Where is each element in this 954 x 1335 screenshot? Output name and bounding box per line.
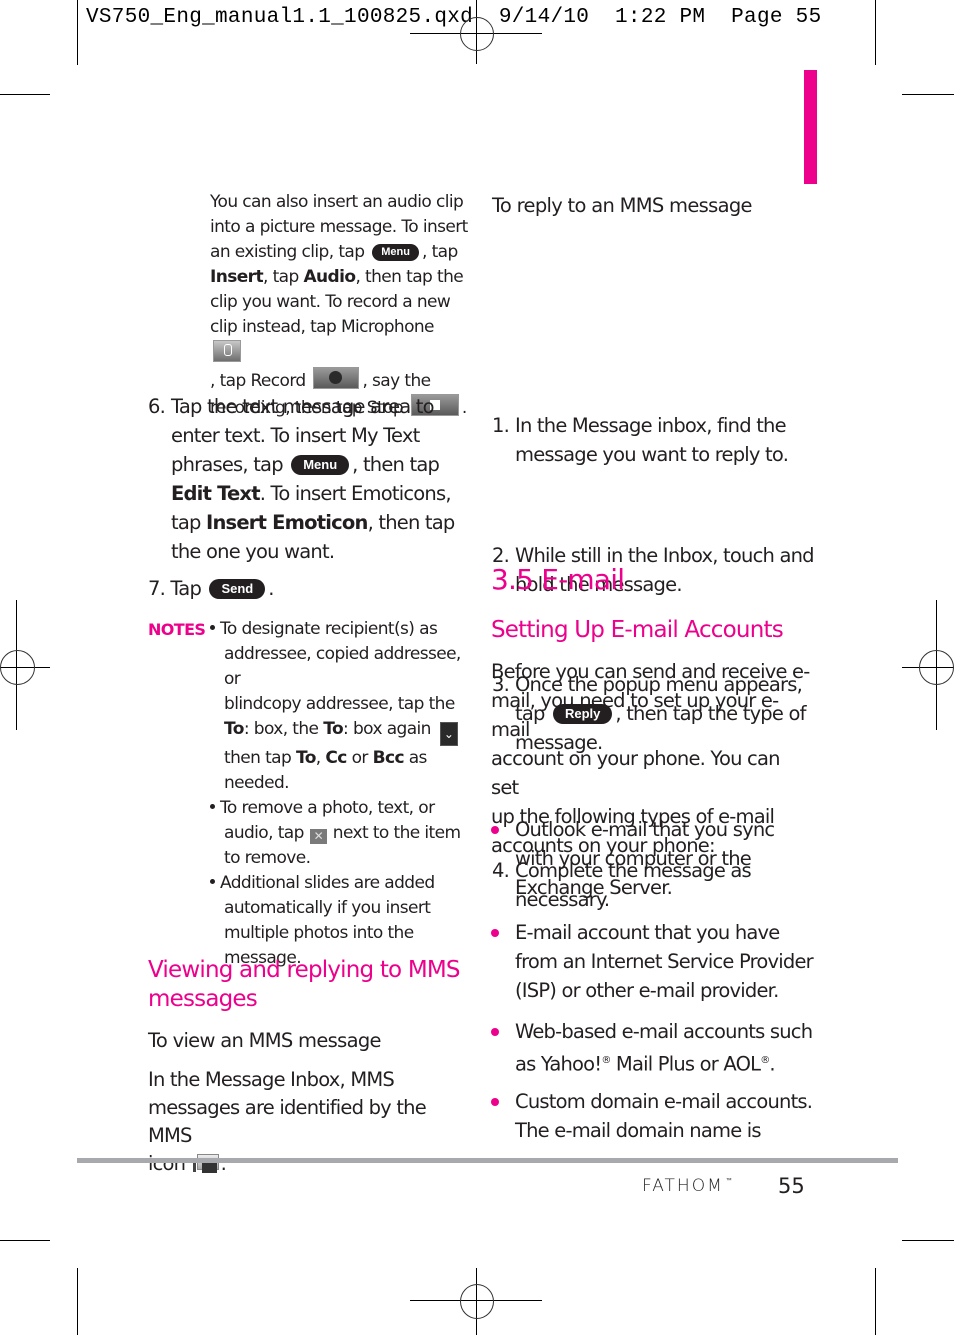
menu-button: Menu	[372, 244, 419, 261]
brand-logo: FATHOM ™	[642, 1176, 732, 1196]
crop-mark	[902, 1240, 954, 1241]
page-number: 55	[778, 1174, 805, 1198]
menu-button: Menu	[291, 455, 350, 475]
print-slug: VS750_Eng_manual1.1_100825.qxd 9/14/10 1…	[86, 6, 821, 29]
bullet-icon	[210, 879, 215, 884]
account-type-bullet: Web-based e-mail accounts such as Yahoo!…	[491, 1017, 835, 1079]
microphone-icon	[213, 340, 241, 362]
notes-block: NOTES To designate recipient(s) as addre…	[148, 617, 463, 971]
account-type-bullet: E-mail account that you have from an Int…	[491, 918, 835, 1005]
crop-mark	[0, 94, 50, 95]
audio-clip-paragraph: You can also insert an audio clip into a…	[210, 192, 468, 418]
crop-mark	[77, 0, 78, 65]
note-item: To designate recipient(s) as addressee, …	[148, 617, 463, 796]
bullet-icon	[210, 804, 215, 809]
record-icon	[313, 367, 360, 389]
bullet-icon	[210, 625, 215, 630]
registration-mark	[460, 17, 494, 51]
note-item: To remove a photo, text, or audio, tap ✕ n…	[148, 796, 463, 871]
crop-mark	[77, 1268, 78, 1335]
remove-x-icon: ✕	[309, 829, 327, 844]
bullet-icon	[491, 1028, 499, 1036]
chapter-tab	[804, 70, 817, 184]
send-button: Send	[209, 579, 266, 599]
bullet-icon	[491, 929, 499, 937]
reply-step-1: 1. In the Message inbox, find the messag…	[492, 414, 789, 466]
bullet-icon	[491, 1098, 499, 1106]
slug-filename: VS750_Eng_manual1.1_100825.qxd	[86, 6, 474, 29]
crop-mark	[0, 1240, 50, 1241]
notes-label: NOTES	[148, 620, 206, 639]
slug-page: Page 55	[731, 6, 822, 29]
account-type-bullet: Custom domain e-mail accounts. The e-mai…	[491, 1087, 835, 1145]
crop-mark	[875, 1268, 876, 1335]
viewing-replying-heading: Viewing and replying to MMS messages	[148, 957, 461, 1012]
crop-mark	[875, 0, 876, 65]
step-6: 6. Tap the text message area to enter te…	[148, 395, 455, 563]
account-type-bullet: Outlook e-mail that you sync with your c…	[491, 815, 835, 902]
bullet-icon	[491, 826, 499, 834]
slug-time: 1:22 PM	[615, 6, 706, 29]
footer-rule	[77, 1158, 898, 1163]
registration-mark	[0, 650, 35, 685]
section-title: 3.5 E-mail	[491, 563, 625, 596]
chevron-down-icon: ⌄	[439, 722, 458, 746]
mms-message-icon	[192, 1152, 219, 1174]
crop-mark	[902, 94, 954, 95]
view-mms-subheading: To view an MMS message	[148, 1029, 381, 1052]
registration-mark	[460, 1284, 494, 1319]
step-7: 7. Tap Send.	[148, 577, 275, 600]
slug-date: 9/14/10	[498, 6, 590, 29]
setup-email-heading: Setting Up E-mail Accounts	[491, 617, 784, 643]
registration-mark	[919, 650, 954, 685]
reply-mms-subheading: To reply to an MMS message	[492, 194, 752, 217]
